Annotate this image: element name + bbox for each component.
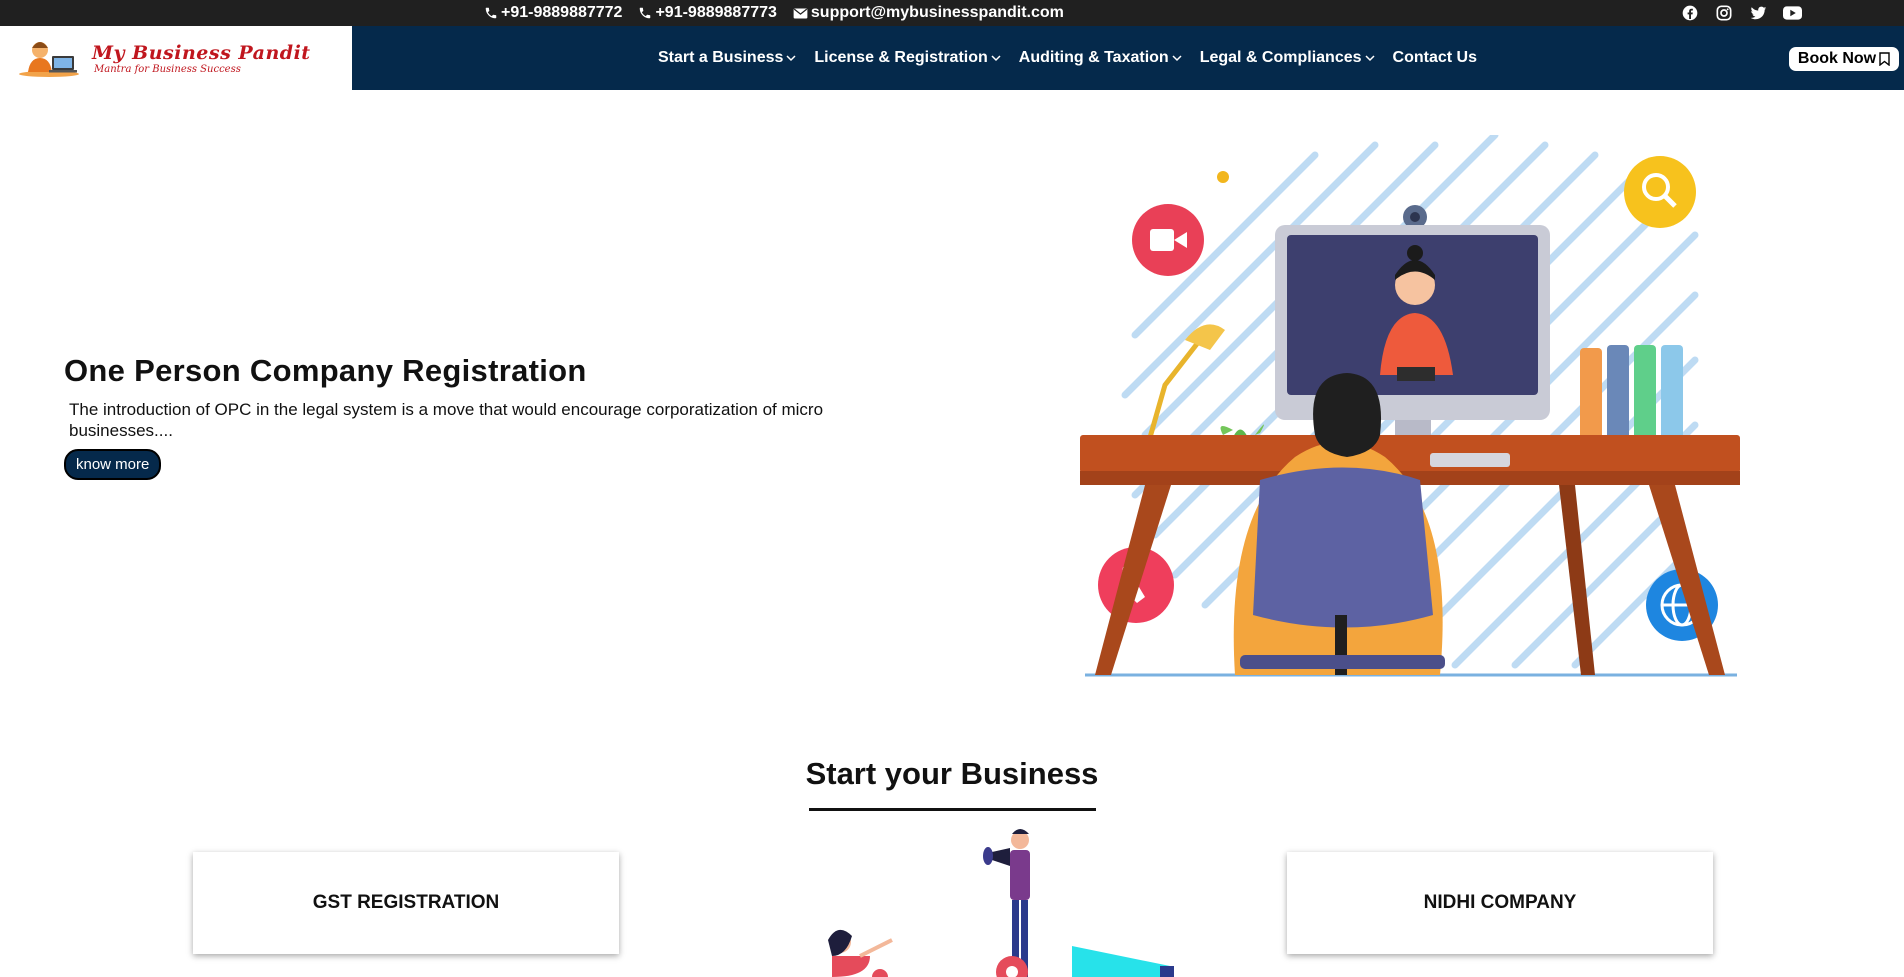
hero-description: The introduction of OPC in the legal sys… [69, 400, 824, 440]
twitter-icon[interactable] [1748, 3, 1768, 23]
section-title-underline [809, 808, 1096, 811]
facebook-icon[interactable] [1680, 3, 1700, 23]
site-logo[interactable]: My Business Pandit Mantra for Business S… [0, 26, 352, 90]
nav-auditing-taxation[interactable]: Auditing & Taxation [1019, 49, 1182, 67]
hero-title: One Person Company Registration [64, 353, 587, 388]
gst-registration-card[interactable]: GST REGISTRATION [193, 852, 619, 954]
mail-icon [793, 8, 808, 18]
nav-label: Auditing & Taxation [1018, 49, 1169, 66]
brand-text: My Business Pandit Mantra for Business S… [92, 42, 311, 75]
email-address: support@mybusinesspandit.com [810, 4, 1064, 21]
nav-label: Contact Us [1392, 49, 1477, 66]
top-contact-bar: +91-9889887772 +91-9889887773 support@my… [0, 0, 1904, 26]
card-label: NIDHI COMPANY [1423, 892, 1577, 913]
nidhi-company-card[interactable]: NIDHI COMPANY [1287, 852, 1713, 954]
contact-info: +91-9889887772 +91-9889887773 support@my… [484, 4, 1064, 22]
business-illustration [828, 829, 1174, 977]
phone-number-2: +91-9889887773 [655, 4, 777, 21]
book-now-button[interactable]: Book Now [1789, 47, 1899, 71]
main-nav-menu: Start a Business License & Registration … [658, 26, 1477, 90]
youtube-icon[interactable] [1782, 3, 1802, 23]
nav-label: Legal & Compliances [1199, 49, 1362, 66]
phone-contact-2[interactable]: +91-9889887773 [638, 4, 777, 22]
instagram-icon[interactable] [1714, 3, 1734, 23]
chevron-down-icon [1364, 55, 1375, 62]
nav-license-registration[interactable]: License & Registration [814, 49, 1001, 67]
section-title: Start your Business [805, 756, 1099, 791]
phone-number-1: +91-9889887772 [501, 4, 623, 21]
social-links [1680, 3, 1802, 23]
hero-content: One Person Company Registration The intr… [64, 353, 884, 480]
nav-label: License & Registration [814, 49, 988, 66]
bookmark-icon [1879, 52, 1890, 66]
nav-label: Start a Business [658, 49, 784, 66]
phone-contact-1[interactable]: +91-9889887772 [484, 4, 622, 22]
phone-icon [640, 7, 651, 19]
phone-icon [485, 7, 497, 19]
pandit-mascot-icon [19, 42, 79, 77]
nav-contact-us[interactable]: Contact Us [1393, 49, 1477, 67]
know-more-button[interactable]: know more [64, 449, 162, 480]
chevron-down-icon [991, 55, 1001, 62]
main-navbar: My Business Pandit Mantra for Business S… [0, 26, 1904, 90]
card-label: GST REGISTRATION [312, 892, 500, 913]
chevron-down-icon [1172, 55, 1182, 62]
hero-illustration [1080, 135, 1740, 677]
book-now-label: Book Now [1797, 50, 1877, 67]
nav-legal-compliances[interactable]: Legal & Compliances [1200, 49, 1375, 67]
chevron-down-icon [786, 55, 796, 62]
nav-start-a-business[interactable]: Start a Business [658, 49, 796, 67]
brand-tagline: Mantra for Business Success [94, 63, 241, 75]
email-contact[interactable]: support@mybusinesspandit.com [793, 4, 1064, 22]
brand-name: My Business Pandit [92, 41, 311, 64]
